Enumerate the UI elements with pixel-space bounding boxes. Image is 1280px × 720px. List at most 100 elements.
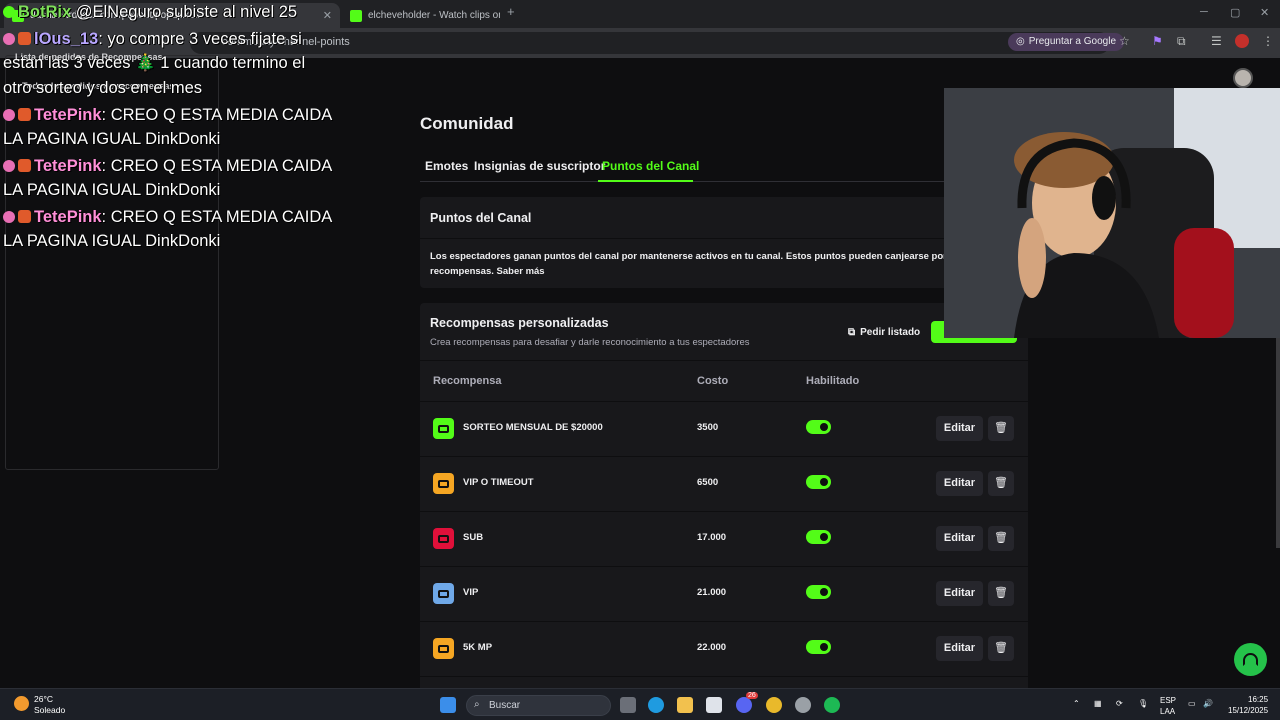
external-link-icon: ⧉ — [848, 326, 856, 338]
discord-notification-badge: 26 — [746, 692, 758, 699]
profile-avatar[interactable] — [1235, 34, 1249, 48]
chat-message: TetePink: CREO Q ESTA MEDIA CAIDA — [3, 154, 332, 178]
chat-message: TetePink: CREO Q ESTA MEDIA CAIDA — [3, 103, 332, 127]
tab-subscriber-badges[interactable]: Insignias de suscriptor — [474, 159, 605, 173]
reward-ticket-icon — [433, 473, 454, 494]
store-icon[interactable] — [706, 697, 722, 713]
task-view-icon[interactable] — [620, 697, 636, 713]
info-panel-title: Puntos del Canal — [430, 211, 532, 225]
enabled-toggle[interactable] — [806, 640, 831, 654]
webcam-overlay — [944, 88, 1280, 338]
file-explorer-icon[interactable] — [677, 697, 693, 713]
extensions-puzzle-icon[interactable]: ⧉ — [1177, 34, 1186, 49]
edit-button[interactable]: Editar — [936, 471, 983, 496]
enabled-toggle[interactable] — [806, 530, 831, 544]
microphone-icon[interactable]: 🎙 — [1138, 699, 1148, 708]
input-language-bottom[interactable]: LAA — [1160, 707, 1175, 716]
sync-icon[interactable]: ⟳ — [1116, 699, 1123, 708]
chat-username: TetePink — [34, 208, 102, 226]
tab-emotes[interactable]: Emotes — [425, 159, 468, 173]
network-icon[interactable]: ▦ — [1094, 699, 1102, 708]
edit-button[interactable]: Editar — [936, 636, 983, 661]
edge-browser-icon[interactable] — [648, 697, 664, 713]
show-hidden-icons-chevron-icon[interactable]: ⌃ — [1073, 699, 1080, 708]
reading-list-icon[interactable]: ☰ — [1211, 34, 1222, 48]
enabled-toggle[interactable] — [806, 420, 831, 434]
restore-window-icon[interactable]: ▢ — [1230, 6, 1240, 19]
delete-trash-icon[interactable]: 🗑 — [988, 471, 1014, 496]
enabled-toggle[interactable] — [806, 475, 831, 489]
page-title: Comunidad — [420, 114, 514, 133]
input-language-top[interactable]: ESP — [1160, 696, 1176, 705]
weather-sun-icon[interactable] — [14, 696, 29, 711]
chat-username: TetePink — [34, 157, 102, 175]
chat-username: TetePink — [34, 106, 102, 124]
browser-tab-clips[interactable]: elcheveholder - Watch clips on... ✕ — [342, 3, 500, 28]
taskbar-search[interactable]: ⌕ Buscar — [466, 695, 611, 716]
table-row: 5K MP 22.000 Editar 🗑 — [420, 622, 1028, 677]
reward-name: VIP — [463, 587, 479, 598]
user-avatar[interactable] — [1233, 68, 1253, 88]
reward-cost: 22.000 — [697, 642, 727, 653]
custom-rewards-panel: Recompensas personalizadas Crea recompen… — [420, 303, 1028, 693]
spotify-icon[interactable] — [824, 697, 840, 713]
sub-badge-icon — [3, 160, 15, 172]
request-list-button[interactable]: ⧉ Pedir listado — [840, 321, 928, 343]
delete-trash-icon[interactable]: 🗑 — [988, 636, 1014, 661]
chat-text: : CREO Q ESTA MEDIA CAIDA — [101, 157, 333, 175]
request-list-label: Pedir listado — [860, 326, 921, 338]
obs-icon[interactable] — [795, 697, 811, 713]
browser-menu-icon[interactable]: ⋮ — [1262, 34, 1274, 48]
chat-message: BotRix @ElNeguro subiste al nivel 25 — [3, 0, 297, 24]
ask-google-button[interactable]: ◎ Preguntar a Google — [1008, 33, 1125, 51]
table-row: SUB 17.000 Editar 🗑 — [420, 512, 1028, 567]
chat-text: : CREO Q ESTA MEDIA CAIDA — [101, 106, 333, 124]
close-tab-icon[interactable]: ✕ — [323, 9, 332, 22]
tab-channel-points[interactable]: Puntos del Canal — [602, 159, 699, 173]
url-field[interactable]: community/channel-points — [190, 32, 1110, 54]
chrome-icon[interactable] — [766, 697, 782, 713]
founder-badge-icon — [18, 159, 31, 172]
close-window-icon[interactable]: ✕ — [1260, 6, 1269, 19]
chat-username: BotRix — [18, 3, 72, 21]
discord-icon[interactable] — [736, 697, 752, 713]
clock-date[interactable]: 15/12/2025 — [1228, 706, 1268, 715]
chat-username: lOus_13 — [34, 30, 99, 48]
volume-icon[interactable]: 🔊 — [1203, 699, 1213, 708]
enabled-toggle[interactable] — [806, 585, 831, 599]
chat-text: : CREO Q ESTA MEDIA CAIDA — [101, 208, 333, 226]
column-header-enabled: Habilitado — [806, 375, 860, 387]
reward-ticket-icon — [433, 418, 454, 439]
delete-trash-icon[interactable]: 🗑 — [988, 416, 1014, 441]
founder-badge-icon — [18, 32, 31, 45]
channel-points-info-panel: Puntos del Canal Los espectadores ganan … — [420, 197, 1028, 288]
edit-button[interactable]: Editar — [936, 581, 983, 606]
reward-ticket-icon — [433, 583, 454, 604]
rewards-subtitle: Crea recompensas para desafiar y darle r… — [430, 337, 750, 348]
minimize-window-icon[interactable]: ─ — [1200, 6, 1208, 18]
display-icon[interactable]: ▭ — [1188, 699, 1196, 708]
new-tab-button[interactable]: + — [507, 4, 515, 19]
reward-cost: 21.000 — [697, 587, 727, 598]
reward-name: VIP O TIMEOUT — [463, 477, 534, 488]
headset-icon — [1243, 653, 1258, 666]
sub-badge-icon — [3, 109, 15, 121]
edit-button[interactable]: Editar — [936, 416, 983, 441]
info-panel-text: Los espectadores ganan puntos del canal … — [430, 251, 947, 277]
chat-text: @ElNeguro subiste al nivel 25 — [75, 3, 298, 21]
windows-start-icon[interactable] — [440, 697, 456, 713]
extension-icon[interactable]: ⚑ — [1152, 34, 1163, 48]
bookmark-star-icon[interactable]: ☆ — [1119, 34, 1130, 48]
scrollbar[interactable] — [1276, 338, 1280, 548]
ask-google-label: Preguntar a Google — [1028, 36, 1117, 47]
support-chat-button[interactable] — [1234, 643, 1267, 676]
delete-trash-icon[interactable]: 🗑 — [988, 581, 1014, 606]
edit-button[interactable]: Editar — [936, 526, 983, 551]
divider — [420, 238, 1028, 239]
column-header-cost: Costo — [697, 375, 729, 387]
clock-time[interactable]: 16:25 — [1248, 695, 1268, 704]
reward-name: SORTEO MENSUAL DE $20000 — [463, 422, 603, 433]
kick-favicon-icon — [350, 9, 362, 22]
chat-text: : yo compre 3 veces fijate si — [98, 30, 302, 48]
delete-trash-icon[interactable]: 🗑 — [988, 526, 1014, 551]
